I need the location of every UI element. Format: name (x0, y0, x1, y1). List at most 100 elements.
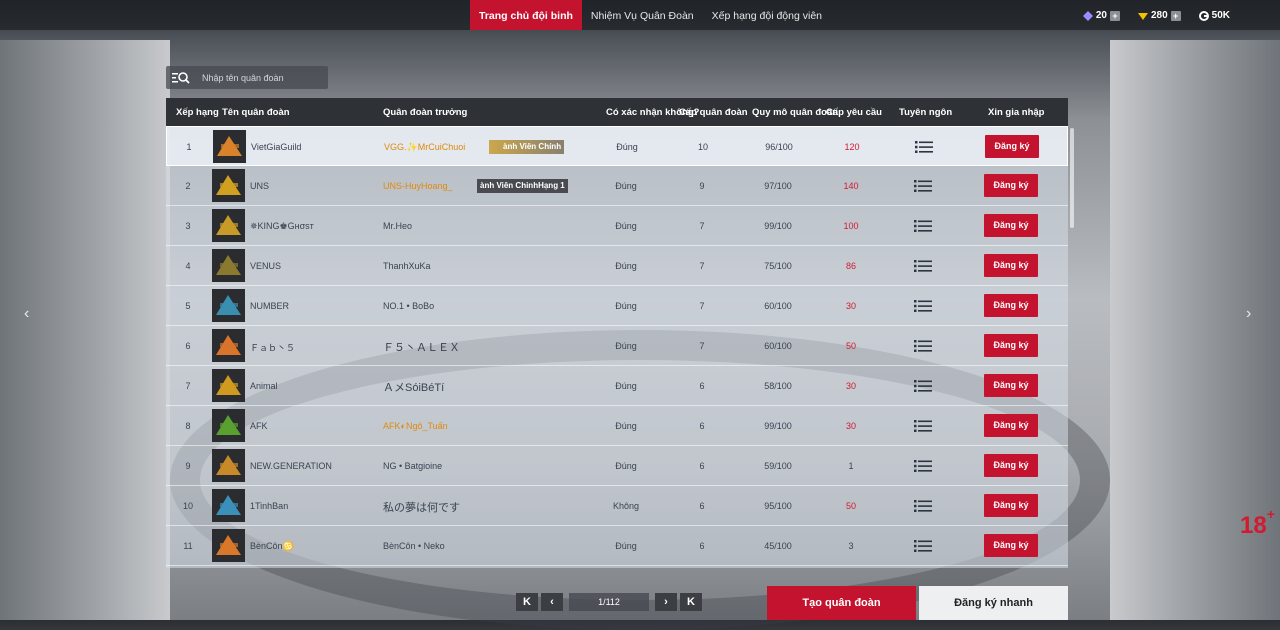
confirm-required: Đúng (615, 381, 637, 391)
search-input[interactable] (196, 71, 324, 84)
join-button[interactable]: Đăng ký (984, 334, 1038, 357)
confirm-required: Đúng (615, 421, 637, 431)
guild-leader: NO.1 • BoBo (383, 301, 435, 311)
gem-amount: 20 (1095, 10, 1107, 21)
required-level: 120 (844, 142, 860, 152)
join-button[interactable]: Đăng ký (984, 454, 1038, 477)
header-manifesto: Tuyên ngôn (899, 107, 953, 118)
manifesto-list-icon[interactable] (914, 299, 932, 313)
join-button[interactable]: Đăng ký (984, 254, 1038, 277)
header-requirement: Cấp yêu cầu (826, 107, 882, 118)
confirm-required: Đúng (615, 461, 637, 471)
join-button[interactable]: Đăng ký (984, 494, 1038, 517)
required-level: 86 (845, 261, 856, 271)
guild-emblem-icon (212, 489, 245, 522)
manifesto-list-icon[interactable] (914, 339, 932, 353)
join-button[interactable]: Đăng ký (984, 214, 1038, 237)
table-scrollbar[interactable] (1070, 128, 1074, 228)
header-name: Tên quân đoàn (222, 107, 290, 118)
guild-level: 6 (699, 461, 705, 471)
guild-name: VENUS (250, 261, 282, 271)
guild-size: 60/100 (764, 301, 792, 311)
manifesto-list-icon[interactable] (914, 459, 932, 473)
required-level: 30 (845, 421, 856, 431)
guild-emblem-icon (212, 529, 245, 562)
confirm-required: Đúng (615, 341, 637, 351)
quick-join-button[interactable]: Đăng ký nhanh (919, 586, 1068, 620)
guild-size: 58/100 (764, 381, 792, 391)
table-row[interactable]: 2 UNS UNS-HuyHoang_ ành Viên ChinhHạng 1 Đún… (166, 166, 1068, 206)
header-leader: Quân đoàn trưởng (383, 107, 468, 118)
prev-page-button[interactable]: ‹ (541, 593, 563, 611)
age-rating: 18+ (1240, 506, 1275, 539)
add-gems-button[interactable]: + (1109, 10, 1120, 21)
guild-emblem-icon (212, 369, 245, 402)
table-row[interactable]: 4 VENUS ThanhXuKa Đúng 7 75/100 86 Đăng ký (166, 246, 1068, 286)
manifesto-list-icon[interactable] (915, 140, 933, 154)
table-row[interactable]: 8 AFK AFK◐Ngô_Tuấn Đúng 6 99/100 30 Đăng ký (166, 406, 1068, 446)
table-row[interactable]: 1 VietGiaGuild VGG.✨MrCuiChuoi ành Viên Chí… (166, 126, 1068, 166)
background-left-wall (0, 40, 170, 620)
guild-leader: NG • Batgioine (383, 461, 443, 471)
next-page-button[interactable]: › (655, 593, 677, 611)
search-icon[interactable] (166, 66, 196, 89)
confirm-required: Đúng (615, 261, 637, 271)
manifesto-list-icon[interactable] (914, 499, 932, 513)
manifesto-list-icon[interactable] (914, 419, 932, 433)
tab-member-ranking[interactable]: Xếp hạng đội động viên (703, 0, 831, 30)
guild-level: 6 (699, 541, 705, 551)
required-level: 30 (845, 381, 856, 391)
first-page-icon: K (523, 596, 531, 608)
title-badge: ành Viên Chính (489, 140, 565, 154)
join-button[interactable]: Đăng ký (984, 374, 1038, 397)
rank-number: 2 (185, 181, 191, 191)
guild-size: 99/100 (764, 421, 792, 431)
guild-emblem-icon (212, 289, 245, 322)
required-level: 50 (845, 341, 856, 351)
manifesto-list-icon[interactable] (914, 379, 932, 393)
table-row[interactable]: 6 Ｆａｂ丶５ Ｆ５丶ＡＬＥＸ Đúng 7 60/100 50 Đăng ký (166, 326, 1068, 366)
join-button[interactable]: Đăng ký (984, 174, 1038, 197)
pagination: K ‹ 1/112 › K (516, 593, 702, 611)
table-row[interactable]: 10 1TinhBan 私の夢は何です Không 6 95/100 50 Đăng ký (166, 486, 1068, 526)
join-button[interactable]: Đăng ký (984, 294, 1038, 317)
guild-level: 7 (699, 301, 705, 311)
header-rank: Xếp hạng (176, 107, 219, 118)
confirm-required: Đúng (615, 221, 637, 231)
guild-leader: Mr.Heo (383, 221, 413, 231)
join-button[interactable]: Đăng ký (985, 135, 1039, 158)
manifesto-list-icon[interactable] (914, 259, 932, 273)
guild-emblem-icon (213, 130, 246, 163)
required-level: 3 (848, 541, 854, 551)
table-row[interactable]: 9 NEW.GENERATION NG • Batgioine Đúng 6 59/100… (166, 446, 1068, 486)
manifesto-list-icon[interactable] (914, 219, 932, 233)
join-button[interactable]: Đăng ký (984, 534, 1038, 557)
manifesto-list-icon[interactable] (914, 179, 932, 193)
rank-number: 9 (185, 461, 191, 471)
add-coupons-button[interactable]: + (1170, 10, 1181, 21)
gold-amount: 50K (1211, 10, 1230, 21)
guild-emblem-icon (212, 329, 245, 362)
table-row[interactable]: 3 ✵KING♚Gнσѕт Mr.Heo Đúng 7 99/100 100 Đăng ký (166, 206, 1068, 246)
page-indicator: 1/112 (569, 593, 649, 611)
table-row[interactable]: 11 BènCôn♋ BènCôn • Neko Đúng 6 45/100 3 Đăng k… (166, 526, 1068, 566)
guild-leader: 私の夢は何です (383, 502, 460, 514)
first-page-button[interactable]: K (516, 593, 538, 611)
right-arrow-icon[interactable]: › (1246, 305, 1251, 323)
last-page-button[interactable]: K (680, 593, 702, 611)
create-guild-button[interactable]: Tạo quân đoàn (767, 586, 916, 620)
table-row[interactable]: 7 Animal ＡメSóiBéTí Đúng 6 58/100 30 Đăng ký (166, 366, 1068, 406)
required-level: 50 (845, 501, 856, 511)
confirm-required: Đúng (616, 142, 638, 152)
join-button[interactable]: Đăng ký (984, 414, 1038, 437)
confirm-required: Đúng (615, 541, 637, 551)
table-row[interactable]: 5 NUMBER NO.1 • BoBo Đúng 7 60/100 30 Đăng ký (166, 286, 1068, 326)
tab-guild-missions[interactable]: Nhiệm Vụ Quân Đoàn (582, 0, 703, 30)
guild-level: 6 (699, 501, 705, 511)
currency-bar: 20 + 280 + 50K (1082, 10, 1230, 21)
left-arrow-icon[interactable]: ‹ (24, 305, 29, 323)
manifesto-list-icon[interactable] (914, 539, 932, 553)
guild-name: ✵KING♚Gнσѕт (250, 221, 314, 231)
tab-guild-home[interactable]: Trang chủ đội binh (470, 0, 582, 30)
rank-number: 8 (185, 421, 191, 431)
